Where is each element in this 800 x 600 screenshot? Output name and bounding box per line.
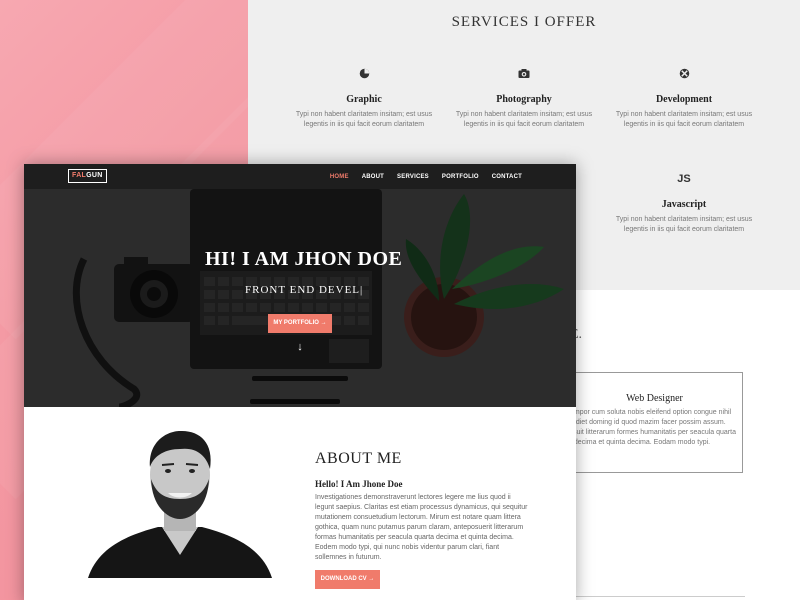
logo-accent: FAL bbox=[72, 172, 87, 179]
nav-item-contact[interactable]: CONTACT bbox=[492, 174, 522, 180]
nav-item-home[interactable]: HOME bbox=[330, 174, 349, 180]
logo[interactable]: FALGUN bbox=[68, 169, 107, 183]
web-designer-card: Web Designer liber tempor cum soluta nob… bbox=[548, 372, 743, 473]
nav-menu: HOME ABOUT SERVICES PORTFOLIO CONTACT bbox=[330, 164, 522, 189]
service-description: Typi non habent claritatem insitam; est … bbox=[615, 111, 753, 128]
hero-subtitle: FRONT END DEVEL| bbox=[245, 284, 364, 296]
service-name: Javascript bbox=[661, 199, 707, 210]
services-title: SERVICES I OFFER bbox=[451, 14, 597, 30]
about-title: ABOUT ME bbox=[315, 450, 402, 467]
service-name: Development bbox=[655, 94, 713, 105]
portfolio-page-preview: FALGUN HOME ABOUT SERVICES PORTFOLIO CON… bbox=[24, 164, 576, 600]
xbox-icon bbox=[614, 68, 754, 84]
service-card-javascript: JS Javascript Typi non habent claritatem… bbox=[614, 173, 754, 235]
scroll-down-icon[interactable]: ↓ bbox=[292, 341, 308, 353]
service-description: Typi non habent claritatem insitam; est … bbox=[295, 111, 433, 128]
service-name: Graphic bbox=[346, 94, 382, 105]
service-description: Typi non habent claritatem insitam; est … bbox=[615, 216, 753, 233]
service-card-photography: Photography Typi non habent claritatem i… bbox=[454, 68, 594, 130]
hero-overlay bbox=[24, 189, 576, 407]
about-greeting: Hello! I Am Jhone Doe bbox=[315, 479, 403, 489]
pie-chart-icon bbox=[294, 68, 434, 84]
nav-item-portfolio[interactable]: PORTFOLIO bbox=[442, 174, 479, 180]
service-card-development: Development Typi non habent claritatem i… bbox=[614, 68, 754, 130]
hero-section: HI! I AM JHON DOE FRONT END DEVEL| MY PO… bbox=[24, 189, 576, 407]
navbar: FALGUN HOME ABOUT SERVICES PORTFOLIO CON… bbox=[24, 164, 576, 189]
divider bbox=[570, 596, 745, 597]
js-icon: JS bbox=[677, 173, 691, 185]
logo-rest: GUN bbox=[86, 172, 103, 179]
profile-photo bbox=[88, 427, 272, 578]
download-cv-button[interactable]: DOWNLOAD CV → bbox=[315, 570, 380, 589]
service-description: Typi non habent claritatem insitam; est … bbox=[455, 111, 593, 128]
my-portfolio-button[interactable]: MY PORTFOLIO → bbox=[268, 314, 332, 333]
nav-item-about[interactable]: ABOUT bbox=[362, 174, 384, 180]
camera-icon bbox=[454, 68, 594, 84]
service-card-graphic: Graphic Typi non habent claritatem insit… bbox=[294, 68, 434, 130]
service-name: Photography bbox=[496, 94, 552, 105]
nav-item-services[interactable]: SERVICES bbox=[397, 174, 429, 180]
web-designer-title: Web Designer bbox=[626, 393, 683, 404]
hero-title: HI! I AM JHON DOE bbox=[205, 248, 403, 270]
about-text: Investigationes demonstraverunt lectores… bbox=[315, 494, 528, 561]
